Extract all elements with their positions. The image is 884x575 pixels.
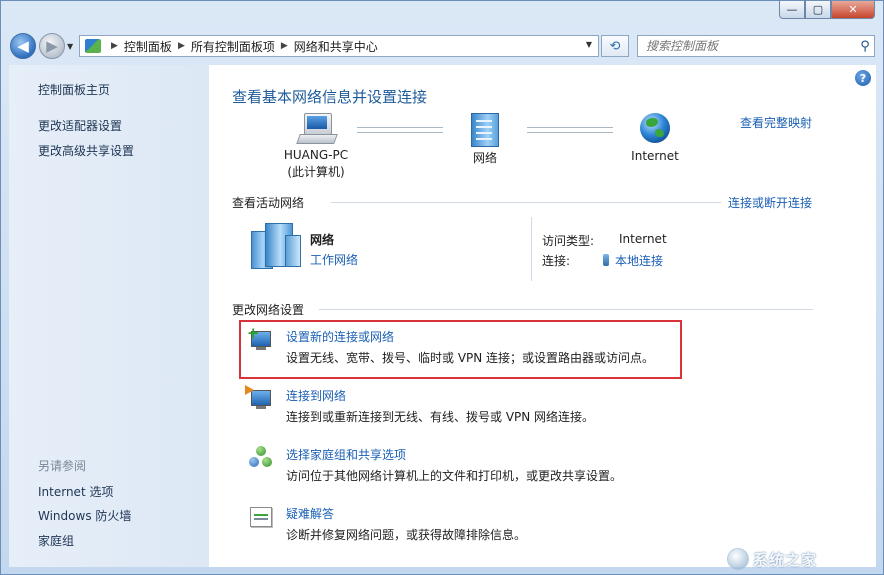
connection-plug-icon	[603, 254, 609, 266]
address-dropdown-icon[interactable]: ▼	[586, 40, 592, 49]
computer-name: HUANG-PC	[283, 148, 349, 162]
task-title[interactable]: 选择家庭组和共享选项	[286, 446, 406, 463]
computer-icon	[296, 113, 338, 144]
breadcrumb-separator-icon[interactable]: ▶	[178, 41, 185, 51]
active-network-name: 网络	[310, 233, 335, 247]
computer-sub: (此计算机)	[287, 165, 345, 179]
active-network-icon	[251, 223, 301, 269]
recent-pages-dropdown-icon[interactable]: ▼	[67, 42, 73, 51]
window-controls: — ▢ ✕	[779, 1, 875, 19]
local-connection-text[interactable]: 本地连接	[615, 254, 663, 268]
connect-network-icon	[245, 385, 273, 409]
task-title[interactable]: 疑难解答	[286, 505, 334, 522]
watermark-text: 系统之家	[753, 550, 818, 569]
breadcrumb: ▶ 控制面板 ▶ 所有控制面板项 ▶ 网络和共享中心	[105, 38, 378, 55]
section-divider	[319, 309, 813, 310]
access-type-label: 访问类型:	[542, 234, 595, 248]
control-panel-icon	[85, 39, 101, 53]
section-divider	[331, 202, 721, 203]
access-type-value: Internet	[619, 232, 667, 246]
search-icon[interactable]: ⚲	[856, 39, 874, 54]
breadcrumb-all-items[interactable]: 所有控制面板项	[191, 38, 275, 55]
sidebar: 控制面板主页 更改适配器设置 更改高级共享设置 另请参阅 Internet 选项…	[9, 65, 209, 567]
sidebar-change-advanced-sharing[interactable]: 更改高级共享设置	[38, 142, 134, 159]
view-full-map-link[interactable]: 查看完整映射	[740, 114, 812, 131]
task-description: 连接到或重新连接到无线、有线、拨号或 VPN 网络连接。	[286, 410, 595, 424]
sidebar-change-adapter-settings[interactable]: 更改适配器设置	[38, 117, 122, 134]
window: — ▢ ✕ ◀ ▶ ▼ ▶ 控制面板 ▶ 所有控制面板项 ▶ 网络和共享中心 ▼…	[0, 0, 884, 575]
network-name: 网络	[472, 151, 497, 165]
breadcrumb-separator-icon[interactable]: ▶	[111, 41, 118, 51]
map-internet[interactable]: Internet	[623, 113, 687, 165]
connection-label: 连接:	[542, 254, 571, 268]
watermark: 系统之家	[727, 548, 877, 570]
internet-name: Internet	[631, 149, 679, 163]
address-bar[interactable]: ▶ 控制面板 ▶ 所有控制面板项 ▶ 网络和共享中心 ▼	[79, 35, 599, 57]
troubleshoot-icon	[249, 505, 273, 527]
breadcrumb-network-center[interactable]: 网络和共享中心	[294, 38, 378, 55]
breadcrumb-separator-icon[interactable]: ▶	[281, 41, 288, 51]
sidebar-control-panel-home[interactable]: 控制面板主页	[38, 81, 110, 98]
forward-button[interactable]: ▶	[39, 33, 65, 59]
breadcrumb-control-panel[interactable]: 控制面板	[124, 38, 172, 55]
refresh-icon: ⟲	[609, 38, 621, 54]
globe-icon	[640, 113, 670, 143]
back-button[interactable]: ◀	[10, 33, 36, 59]
network-icon	[471, 113, 499, 147]
connect-disconnect-link[interactable]: 连接或断开连接	[728, 194, 812, 211]
highlight-annotation	[239, 320, 682, 379]
task-description: 访问位于其他网络计算机上的文件和打印机，或更改共享设置。	[286, 469, 623, 483]
refresh-button[interactable]: ⟲	[601, 35, 629, 57]
watermark-logo-icon	[727, 548, 749, 570]
local-connection-link[interactable]: 本地连接	[603, 252, 663, 269]
map-connection-line	[357, 127, 443, 133]
vertical-divider	[531, 217, 532, 281]
map-connection-line	[527, 127, 613, 133]
page-title: 查看基本网络信息并设置连接	[232, 88, 428, 106]
map-network[interactable]: 网络	[455, 113, 515, 167]
navigation-bar: ◀ ▶ ▼ ▶ 控制面板 ▶ 所有控制面板项 ▶ 网络和共享中心 ▼ ⟲ ⚲	[1, 29, 883, 63]
sidebar-homegroup[interactable]: 家庭组	[38, 532, 74, 549]
active-networks-heading: 查看活动网络	[232, 196, 305, 210]
task-title[interactable]: 连接到网络	[286, 387, 346, 404]
homegroup-icon	[249, 446, 273, 468]
see-also-heading: 另请参阅	[38, 459, 87, 473]
network-type-link[interactable]: 工作网络	[310, 251, 358, 268]
task-description: 诊断并修复网络问题，或获得故障排除信息。	[286, 528, 527, 542]
sidebar-internet-options[interactable]: Internet 选项	[38, 483, 113, 500]
maximize-button[interactable]: ▢	[805, 1, 831, 19]
sidebar-windows-firewall[interactable]: Windows 防火墙	[38, 507, 131, 524]
change-settings-heading: 更改网络设置	[232, 303, 305, 317]
main-content: ? 查看基本网络信息并设置连接 查看完整映射 HUANG-PC (此计算机) 网…	[209, 65, 876, 567]
close-button[interactable]: ✕	[831, 1, 875, 19]
search-input[interactable]	[644, 38, 856, 54]
search-box[interactable]: ⚲	[637, 35, 875, 57]
map-computer[interactable]: HUANG-PC (此计算机)	[281, 113, 351, 181]
title-bar: — ▢ ✕	[1, 1, 883, 27]
help-icon[interactable]: ?	[855, 70, 871, 86]
minimize-button[interactable]: —	[779, 1, 805, 19]
